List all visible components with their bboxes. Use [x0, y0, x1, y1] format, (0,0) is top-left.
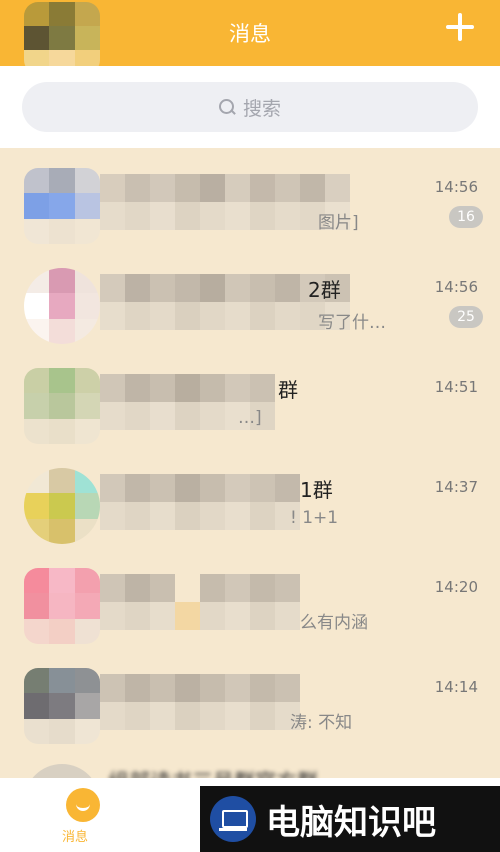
watermark: 电脑知识吧 [200, 786, 500, 852]
chat-row[interactable]: 涛: 不知 14:14 [0, 648, 500, 748]
chat-preview: 图片] [318, 213, 359, 233]
chat-avatar [24, 668, 100, 744]
chat-name: 1群 [300, 478, 333, 502]
chat-avatar [24, 168, 100, 244]
tab-messages[interactable]: 消息 [62, 826, 88, 845]
chat-name: 组部读书三号群官方群 [108, 766, 318, 778]
chat-row[interactable]: 1群 ! 1+1 14:37 [0, 448, 500, 548]
chat-avatar [24, 268, 100, 344]
laptop-icon [210, 796, 256, 842]
chat-preview: 么有内涵 [300, 613, 368, 633]
chat-name-redacted [100, 674, 300, 730]
chat-name-redacted [100, 174, 350, 230]
search-area: 搜索 [0, 66, 500, 148]
chat-avatar [24, 468, 100, 544]
chat-time: 14:37 [434, 478, 478, 496]
unread-badge: 25 [449, 306, 483, 328]
chat-name: 2群 [308, 278, 341, 302]
search-input[interactable]: 搜索 [22, 82, 478, 132]
unread-badge: 16 [449, 206, 483, 228]
page-title: 消息 [229, 22, 271, 46]
chat-name-redacted [100, 574, 300, 630]
chat-list: 图片] 14:56 16 2群 写了什… 14:56 25 群 …] 14:51… [0, 148, 500, 748]
chat-row[interactable]: 2群 写了什… 14:56 25 [0, 248, 500, 348]
chat-preview: ! 1+1 [290, 508, 339, 528]
chat-preview: 涛: 不知 [290, 713, 353, 733]
message-tab-icon[interactable] [66, 788, 100, 822]
chat-time: 14:14 [434, 678, 478, 696]
chat-preview: 写了什… [318, 313, 386, 333]
watermark-text: 电脑知识吧 [266, 802, 436, 843]
chat-time: 14:20 [434, 578, 478, 596]
chat-avatar [24, 368, 100, 444]
top-bar: 消息 [0, 0, 500, 74]
chat-avatar [24, 568, 100, 644]
chat-time: 14:56 [434, 178, 478, 196]
add-icon[interactable] [446, 13, 474, 41]
chat-avatar [24, 764, 100, 778]
search-icon [218, 99, 235, 115]
chat-name-redacted [100, 474, 300, 530]
chat-time: 14:56 [434, 278, 478, 296]
chat-preview: …] [238, 408, 262, 428]
chat-row-partial[interactable]: 组部读书三号群官方群 [0, 748, 500, 778]
chat-time: 14:51 [434, 378, 478, 396]
search-placeholder: 搜索 [242, 97, 281, 120]
chat-row[interactable]: 图片] 14:56 16 [0, 148, 500, 248]
chat-row[interactable]: 么有内涵 14:20 [0, 548, 500, 648]
chat-row[interactable]: 群 …] 14:51 [0, 348, 500, 448]
chat-name: 群 [278, 378, 298, 402]
